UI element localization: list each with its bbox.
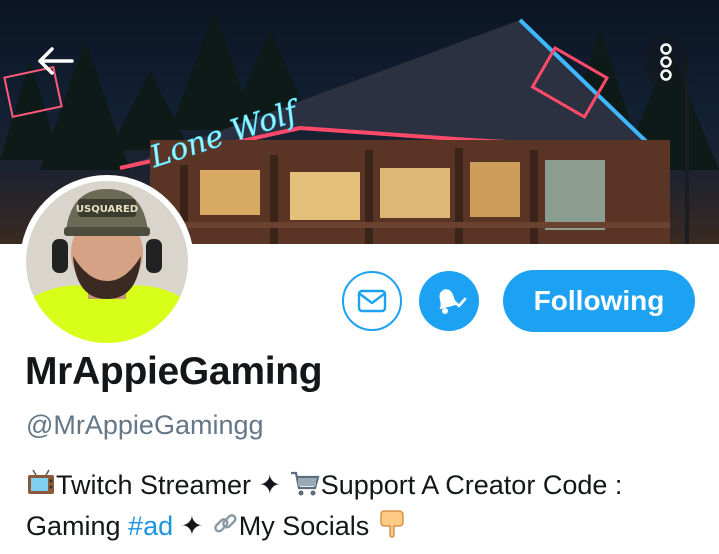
bio-text-1: Twitch Streamer ✦ (56, 470, 289, 500)
profile-bio: Twitch Streamer ✦ Support A Creator Code… (26, 466, 716, 548)
bio-text-4: My Socials (238, 511, 377, 541)
avatar-image: USQUARED (26, 181, 188, 343)
link-icon (211, 510, 239, 548)
following-button[interactable]: Following (503, 270, 695, 332)
more-options-button[interactable] (643, 36, 689, 88)
hashtag-link[interactable]: #ad (128, 511, 173, 541)
bell-check-icon (439, 289, 467, 314)
bio-text-3: ✦ (173, 511, 211, 541)
back-button[interactable] (28, 38, 84, 84)
pointing-down-hand-icon (377, 508, 407, 548)
avatar[interactable]: USQUARED (20, 175, 194, 349)
user-handle: @MrAppieGamingg (26, 410, 264, 440)
message-button[interactable] (342, 271, 402, 331)
more-vertical-icon (660, 43, 672, 81)
shopping-cart-icon (289, 469, 321, 507)
avatar-cap-text: USQUARED (76, 204, 138, 215)
envelope-icon (357, 289, 387, 313)
notifications-button[interactable] (419, 271, 479, 331)
display-name: MrAppieGaming (25, 350, 323, 393)
arrow-left-icon (38, 47, 74, 75)
television-icon (26, 469, 56, 507)
